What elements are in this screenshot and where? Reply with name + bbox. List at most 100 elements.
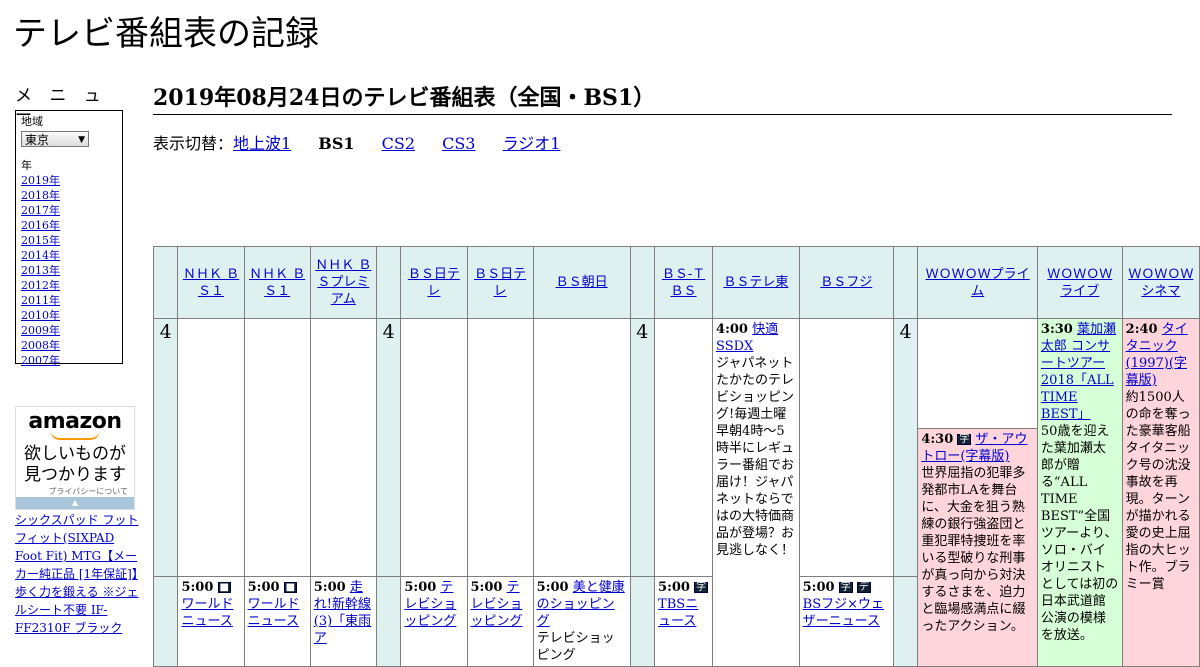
program-cell-bstbs: 5:00 字 TBSニュース [654, 576, 714, 667]
program-time: 5:00 [536, 580, 569, 595]
channel-link[interactable]: ＷＯＷＯＷライブ [1047, 267, 1112, 299]
channel-link[interactable]: ＮＨＫ ＢＳプレミアム [315, 258, 371, 307]
program-cell-wowow-cinema: 2:40 タイタニック(1997)(字幕版) 約1500人の命を奪った豪華客船タ… [1121, 318, 1200, 667]
channel-link[interactable]: ＮＨＫ ＢＳ１ [249, 267, 305, 299]
switch-current-bs1: BS1 [318, 134, 355, 153]
program-time: 4:00 [716, 322, 748, 337]
channel-header: ＮＨＫ ＢＳ１ [177, 246, 245, 319]
hour-cell: 4 [375, 318, 402, 577]
program-title-link[interactable]: BSフジ×ウェザーニュース [803, 597, 884, 629]
product-link[interactable]: シックスパッド フットフィット(SIXPAD Foot Fit) MTG【メーカ… [15, 511, 139, 637]
year-link[interactable]: 2014年 [21, 248, 117, 263]
ad-privacy-link[interactable]: プライバシーについて [16, 486, 134, 497]
empty-slot [798, 318, 894, 577]
program-cell-bsntv-a: 5:00 テレビショッピング [400, 576, 468, 667]
subtitle-icon: 字 [957, 434, 972, 445]
program-desc: 約1500人の命を奪った豪華客船タイタニック号の沈没事故を再現。ターンが描かれる… [1125, 390, 1191, 592]
program-desc: テレビショッピング [536, 631, 615, 663]
channel-header: ＷＯＷＯＷプライム [917, 246, 1038, 319]
program-title-link[interactable]: ワールドニュース [248, 597, 300, 629]
year-link[interactable]: 2019年 [21, 173, 117, 188]
switch-link-cs2[interactable]: CS2 [382, 134, 415, 153]
channel-header: ＷＯＷＯＷシネマ [1121, 246, 1200, 319]
menu-heading: メ ニ ュ ー [15, 86, 107, 126]
site-title: テレビ番組表の記録 [13, 14, 319, 54]
channel-header-row: ＮＨＫ ＢＳ１ ＮＨＫ ＢＳ１ ＮＨＫ ＢＳプレミアム ＢＳ日テレ ＢＳ日テレ … [152, 246, 1200, 319]
program-cell-nhkbsp: 5:00 走れ!新幹線(3)「東雨ア [309, 576, 377, 667]
program-cell-nhkbs1-b: 5:00 ■ ワールドニュース [243, 576, 311, 667]
program-row: 4 4 4 4:00 快適SSDX ジャパネットたかたのテレビショッピング!毎週… [152, 318, 1200, 667]
year-link[interactable]: 2017年 [21, 203, 117, 218]
ad-text-line2: 見つかります [24, 465, 126, 485]
switcher-label: 表示切替： [153, 134, 234, 153]
channel-link[interactable]: ＢＳテレ東 [723, 275, 788, 290]
year-link[interactable]: 2010年 [21, 308, 117, 323]
program-title-link[interactable]: ワールドニュース [181, 597, 233, 629]
channel-link[interactable]: ＷＯＷＯＷプライム [926, 267, 1030, 299]
hour-cell [375, 576, 402, 667]
program-time: 5:00 [802, 580, 835, 595]
program-title-link[interactable]: 葉加瀬太郎 コンサートツアー2018「ALL TIME BEST」 [1041, 322, 1116, 422]
program-desc: 50歳を迎えた葉加瀬太郎が贈る“ALL TIME BEST”全国ツアーより、ソロ… [1040, 424, 1119, 643]
year-label: 年 [21, 159, 32, 172]
switch-link-cs3[interactable]: CS3 [442, 134, 475, 153]
channel-header: ＢＳフジ [798, 246, 894, 319]
switch-link-radio1[interactable]: ラジオ1 [503, 134, 561, 153]
program-time: 5:00 [658, 580, 690, 595]
channel-link[interactable]: ＷＯＷＯＷシネマ [1128, 267, 1193, 299]
program-cell-wowow-live: 3:30 葉加瀬太郎 コンサートツアー2018「ALL TIME BEST」 5… [1036, 318, 1123, 667]
channel-header: ＮＨＫ ＢＳ１ [243, 246, 311, 319]
year-link[interactable]: 2015年 [21, 233, 117, 248]
empty-slot [309, 318, 377, 577]
subtitle-icon: 字 [838, 582, 853, 593]
hour-cell [629, 576, 656, 667]
chevron-down-icon: ▼ [78, 135, 85, 145]
channel-header: ＢＳ日テレ [400, 246, 468, 319]
year-link[interactable]: 2009年 [21, 323, 117, 338]
channel-link[interactable]: ＮＨＫ ＢＳ１ [183, 267, 239, 299]
channel-header: ＷＯＷＯＷライブ [1036, 246, 1123, 319]
channel-link[interactable]: ＢＳ日テレ [474, 267, 526, 299]
menu-box: 地域 東京 ▼ 年 2019年 2018年 2017年 2016年 2015年 2014年… [15, 110, 123, 367]
program-cell-bsntv-b: 5:00 テレビショッピング [466, 576, 534, 667]
channel-header: ＢＳ-ＴＢＳ [654, 246, 714, 319]
program-time: 5:00 [404, 580, 437, 595]
channel-link[interactable]: ＢＳフジ [820, 275, 872, 290]
program-desc: 世界屈指の犯罪多発都市LAを舞台に、大金を狙う熟練の銀行強盗団と重犯罪特捜班を率… [921, 466, 1026, 634]
program-cell-nhkbs1-a: 5:00 ■ ワールドニュース [177, 576, 245, 667]
empty-slot [243, 318, 311, 577]
hour-cell: 4 [892, 318, 919, 577]
amazon-logo: amazon [28, 409, 122, 434]
news-icon: 字 [694, 582, 709, 593]
ad-expand-bar[interactable]: ▲ [16, 497, 134, 509]
hour-cell: 4 [629, 318, 656, 577]
empty-slot [400, 318, 468, 577]
year-link[interactable]: 2016年 [21, 218, 117, 233]
program-title-link[interactable]: TBSニュース [658, 597, 698, 629]
year-link[interactable]: 2018年 [21, 188, 117, 203]
year-link[interactable]: 2007年 [21, 353, 117, 368]
hour-cell: 4 [152, 318, 179, 577]
hour-header [152, 246, 179, 319]
empty-slot [466, 318, 534, 577]
channel-link[interactable]: ＢＳ朝日 [556, 275, 608, 290]
data-broadcast-icon: ■ [217, 582, 231, 593]
channel-link[interactable]: ＢＳ日テレ [408, 267, 460, 299]
program-grid: ＮＨＫ ＢＳ１ ＮＨＫ ＢＳ１ ＮＨＫ ＢＳプレミアム ＢＳ日テレ ＢＳ日テレ … [152, 246, 1200, 667]
channel-header: ＮＨＫ ＢＳプレミアム [309, 246, 377, 319]
data-broadcast-icon: ■ [283, 582, 298, 593]
program-time: 4:30 [921, 432, 954, 447]
year-link[interactable]: 2011年 [21, 293, 117, 308]
ad-text-line1: 欲しいものが [24, 444, 126, 464]
amazon-ad[interactable]: amazon 欲しいものが 見つかります プライバシーについて ▲ [15, 406, 135, 510]
program-time: 5:00 [470, 580, 503, 595]
year-link[interactable]: 2013年 [21, 263, 117, 278]
switch-link-terrestrial1[interactable]: 地上波1 [233, 134, 291, 153]
year-link[interactable]: 2008年 [21, 338, 117, 353]
region-select[interactable]: 東京 ▼ [21, 131, 89, 147]
data-broadcast-icon: デ [856, 582, 871, 593]
program-cell-bstelet: 4:00 快適SSDX ジャパネットたかたのテレビショッピング!毎週土曜早朝4時… [712, 318, 800, 667]
channel-link[interactable]: ＢＳ-ＴＢＳ [662, 267, 705, 299]
program-time: 2:40 [1125, 322, 1158, 337]
year-link[interactable]: 2012年 [21, 278, 117, 293]
